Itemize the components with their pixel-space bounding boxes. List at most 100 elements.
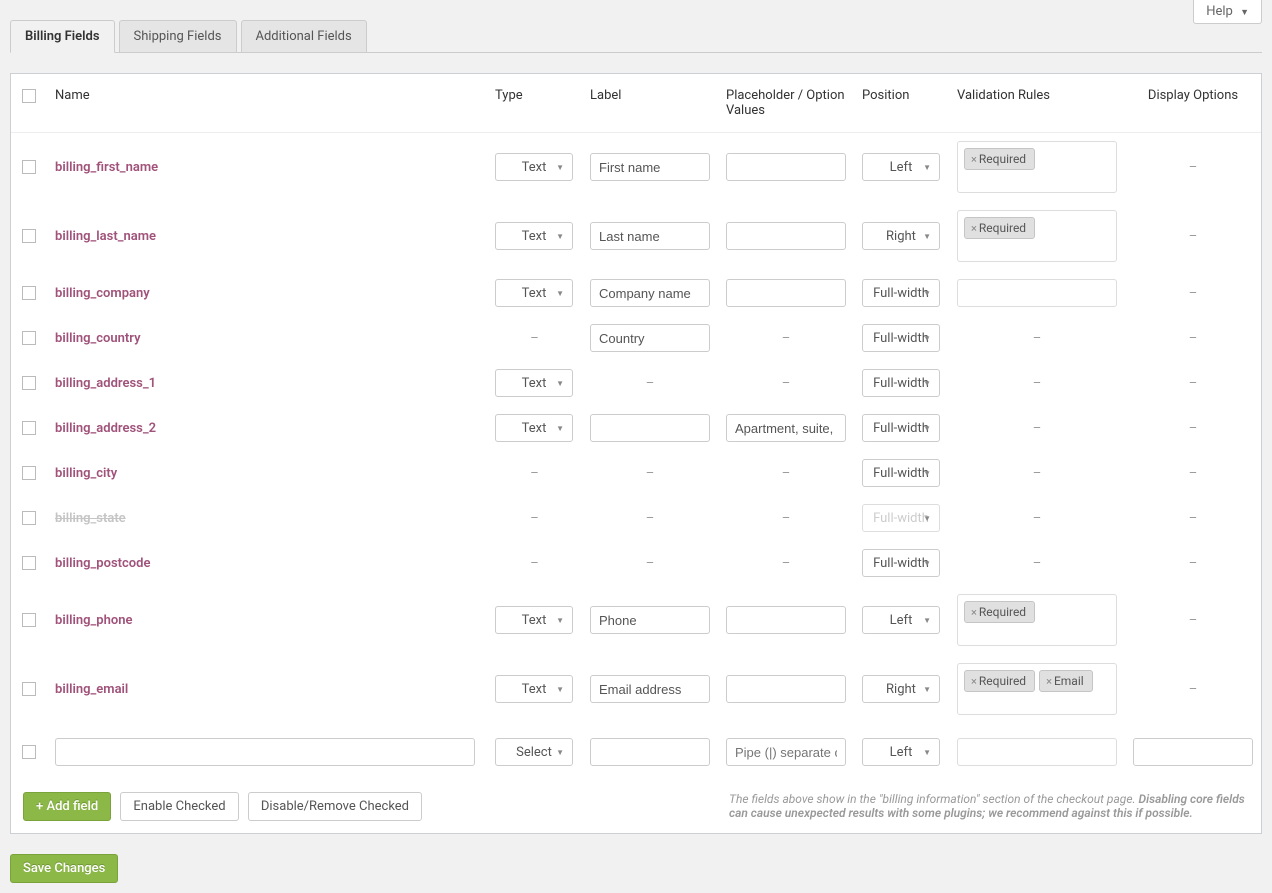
validation-tag[interactable]: ×Required xyxy=(964,601,1035,623)
validation-tag[interactable]: ×Required xyxy=(964,148,1035,170)
help-label: Help xyxy=(1206,4,1233,19)
position-select[interactable]: Full-width▼ xyxy=(862,324,940,352)
field-name-link[interactable]: billing_address_2 xyxy=(55,421,156,436)
placeholder-input[interactable] xyxy=(726,279,846,307)
table-row: billing_emailText▼Right▼×Required×Email– xyxy=(11,655,1261,724)
remove-tag-icon[interactable]: × xyxy=(971,222,977,235)
validation-input[interactable]: ×Required×Email xyxy=(957,663,1117,715)
label-input[interactable] xyxy=(590,606,710,634)
position-select[interactable]: Left▼ xyxy=(862,153,940,181)
save-changes-button[interactable]: Save Changes xyxy=(10,854,118,883)
label-input[interactable] xyxy=(590,675,710,703)
new-field-placeholder-input[interactable] xyxy=(726,738,846,766)
label-input[interactable] xyxy=(590,279,710,307)
select-all-checkbox[interactable] xyxy=(22,89,36,103)
remove-tag-icon[interactable]: × xyxy=(971,675,977,688)
field-name-link[interactable]: billing_company xyxy=(55,286,150,301)
chevron-down-icon: ▼ xyxy=(923,514,931,523)
row-checkbox[interactable] xyxy=(22,331,36,345)
row-checkbox[interactable] xyxy=(22,745,36,759)
validation-input[interactable]: ×Required xyxy=(957,210,1117,262)
type-select[interactable]: Text▼ xyxy=(495,369,573,397)
type-select[interactable]: Text▼ xyxy=(495,414,573,442)
position-select[interactable]: Full-width▼ xyxy=(862,279,940,307)
remove-tag-icon[interactable]: × xyxy=(971,153,977,166)
validation-input[interactable] xyxy=(957,279,1117,307)
placeholder-input[interactable] xyxy=(726,153,846,181)
type-select[interactable]: Text▼ xyxy=(495,279,573,307)
position-select[interactable]: Full-width▼ xyxy=(862,504,940,532)
row-checkbox[interactable] xyxy=(22,286,36,300)
type-select[interactable]: Text▼ xyxy=(495,222,573,250)
row-checkbox[interactable] xyxy=(22,682,36,696)
position-select[interactable]: Left▼ xyxy=(862,606,940,634)
row-checkbox[interactable] xyxy=(22,466,36,480)
new-field-position-select[interactable]: Left▼ xyxy=(862,738,940,766)
help-tab[interactable]: Help ▼ xyxy=(1193,0,1262,24)
field-name-link[interactable]: billing_first_name xyxy=(55,160,158,175)
label-input[interactable] xyxy=(590,324,710,352)
position-select[interactable]: Full-width▼ xyxy=(862,459,940,487)
position-select[interactable]: Right▼ xyxy=(862,222,940,250)
row-checkbox[interactable] xyxy=(22,613,36,627)
position-select[interactable]: Full-width▼ xyxy=(862,414,940,442)
field-name-link[interactable]: billing_city xyxy=(55,466,117,481)
row-checkbox[interactable] xyxy=(22,421,36,435)
field-name-link[interactable]: billing_last_name xyxy=(55,229,156,244)
disable-checked-button[interactable]: Disable/Remove Checked xyxy=(248,792,422,821)
chevron-down-icon: ▼ xyxy=(923,379,931,388)
placeholder-input[interactable] xyxy=(726,414,846,442)
chevron-down-icon: ▼ xyxy=(1240,8,1249,18)
field-name-link[interactable]: billing_email xyxy=(55,682,128,697)
field-name-link[interactable]: billing_country xyxy=(55,331,141,346)
tab-billing[interactable]: Billing Fields xyxy=(10,20,115,53)
tab-additional[interactable]: Additional Fields xyxy=(241,20,367,52)
label-input[interactable] xyxy=(590,222,710,250)
field-name-link[interactable]: billing_postcode xyxy=(55,556,150,571)
row-checkbox[interactable] xyxy=(22,229,36,243)
field-name-link[interactable]: billing_phone xyxy=(55,613,132,628)
position-select[interactable]: Full-width▼ xyxy=(862,549,940,577)
placeholder-input[interactable] xyxy=(726,222,846,250)
placeholder-input[interactable] xyxy=(726,675,846,703)
display-dash: – xyxy=(1133,229,1253,244)
field-name-link[interactable]: billing_state xyxy=(55,511,126,526)
footer-note: The fields above show in the "billing in… xyxy=(729,792,1249,820)
row-checkbox[interactable] xyxy=(22,376,36,390)
enable-checked-button[interactable]: Enable Checked xyxy=(120,792,238,821)
placeholder-input[interactable] xyxy=(726,606,846,634)
type-select[interactable]: Text▼ xyxy=(495,606,573,634)
new-field-type-select[interactable]: Select▼ xyxy=(495,738,573,766)
position-select[interactable]: Full-width▼ xyxy=(862,369,940,397)
table-row: billing_last_name Text▼ Right▼ ×Required – xyxy=(11,202,1261,271)
position-select[interactable]: Right▼ xyxy=(862,675,940,703)
new-field-display-input[interactable] xyxy=(1133,738,1253,766)
type-select[interactable]: Text▼ xyxy=(495,675,573,703)
table-row: billing_postcode–––Full-width▼–– xyxy=(11,541,1261,586)
table-row: billing_companyText▼Full-width▼– xyxy=(11,271,1261,316)
new-field-validation-input[interactable] xyxy=(957,738,1117,766)
remove-tag-icon[interactable]: × xyxy=(971,606,977,619)
add-field-button[interactable]: + Add field xyxy=(23,792,111,821)
validation-dash: – xyxy=(957,556,1117,571)
validation-input[interactable]: ×Required xyxy=(957,594,1117,646)
display-dash: – xyxy=(1133,376,1253,391)
validation-tag[interactable]: ×Required xyxy=(964,670,1035,692)
row-checkbox[interactable] xyxy=(22,160,36,174)
tab-shipping[interactable]: Shipping Fields xyxy=(119,20,237,52)
validation-tag[interactable]: ×Email xyxy=(1039,670,1093,692)
label-input[interactable] xyxy=(590,414,710,442)
row-checkbox[interactable] xyxy=(22,511,36,525)
validation-tag[interactable]: ×Required xyxy=(964,217,1035,239)
row-checkbox[interactable] xyxy=(22,556,36,570)
label-input[interactable] xyxy=(590,153,710,181)
type-select[interactable]: Text▼ xyxy=(495,153,573,181)
remove-tag-icon[interactable]: × xyxy=(1046,675,1052,688)
table-row: billing_address_2Text▼Full-width▼–– xyxy=(11,406,1261,451)
field-name-link[interactable]: billing_address_1 xyxy=(55,376,156,391)
placeholder-dash: – xyxy=(726,511,846,526)
new-field-label-input[interactable] xyxy=(590,738,710,766)
display-dash: – xyxy=(1133,160,1253,175)
new-field-name-input[interactable] xyxy=(55,738,475,766)
validation-input[interactable]: ×Required xyxy=(957,141,1117,193)
